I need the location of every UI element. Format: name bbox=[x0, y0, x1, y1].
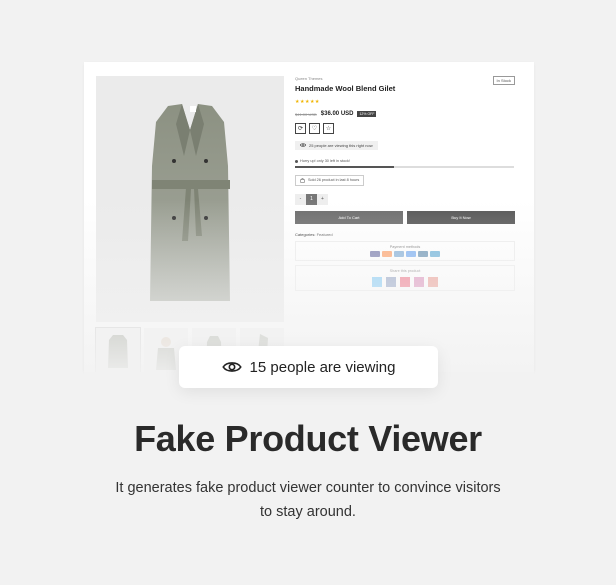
stock-hurry: Hurry up! only 30 left in stock! bbox=[295, 159, 515, 163]
payment-method-icon bbox=[418, 250, 428, 257]
share-social-icon[interactable] bbox=[428, 276, 438, 287]
price-row: $41.00 USD $36.00 USD 12% OFF bbox=[295, 111, 515, 117]
purchase-buttons: Add To Cart Buy It Now bbox=[295, 210, 515, 224]
qty-minus-button[interactable]: - bbox=[295, 193, 306, 205]
share-section: Share this product bbox=[295, 264, 515, 291]
rating-stars[interactable]: ★★★★★ bbox=[295, 99, 515, 105]
payment-method-icon bbox=[430, 250, 440, 257]
share-icons bbox=[299, 276, 511, 287]
bag-icon bbox=[300, 177, 305, 183]
star-icon[interactable]: ☆ bbox=[323, 123, 334, 134]
payment-methods: Payment methods bbox=[295, 240, 515, 261]
buy-now-button[interactable]: Buy It Now bbox=[407, 210, 515, 224]
feature-description: It generates fake product viewer counter… bbox=[115, 480, 501, 520]
payment-method-icon bbox=[394, 250, 404, 257]
share-social-icon[interactable] bbox=[372, 276, 382, 287]
old-price: $41.00 USD bbox=[295, 111, 317, 117]
viewing-notice-text: 25 people are viewing this right now bbox=[309, 142, 373, 148]
hurry-text: Hurry up! only 30 left in stock! bbox=[300, 159, 351, 163]
stock-progress-bar bbox=[295, 166, 514, 168]
share-social-icon[interactable] bbox=[400, 276, 410, 287]
payment-title: Payment methods bbox=[389, 244, 421, 249]
compare-icon[interactable]: ⟳ bbox=[295, 123, 306, 134]
qty-input[interactable]: 1 bbox=[306, 193, 317, 205]
payment-method-icon bbox=[370, 250, 380, 257]
stock-badge: In Stock bbox=[492, 76, 515, 85]
viewing-notice: 25 people are viewing this right now bbox=[295, 140, 378, 150]
share-social-icon[interactable] bbox=[386, 276, 396, 287]
share-title: Share this product bbox=[389, 268, 421, 273]
action-icons: ⟳ ♡ ☆ bbox=[295, 123, 515, 134]
categories-value[interactable]: Featured bbox=[317, 232, 333, 237]
gilet-image bbox=[150, 104, 230, 301]
quantity-stepper: - 1 + bbox=[295, 193, 515, 205]
heart-icon[interactable]: ♡ bbox=[309, 123, 320, 134]
product-brand[interactable]: Queen Themes bbox=[295, 76, 515, 81]
qty-plus-button[interactable]: + bbox=[317, 193, 328, 205]
payment-method-icon bbox=[406, 250, 416, 257]
stock-progress-fill bbox=[295, 166, 394, 168]
product-info: In Stock Queen Themes Handmade Wool Blen… bbox=[295, 76, 515, 291]
product-title: Handmade Wool Blend Gilet bbox=[295, 84, 396, 93]
share-social-icon[interactable] bbox=[414, 276, 424, 287]
eye-icon bbox=[300, 143, 306, 147]
sale-badge: 12% OFF bbox=[357, 111, 377, 117]
sold-notice: Sold 26 product in last 8 hours bbox=[295, 174, 365, 186]
viewer-count-pill: 15 people are viewing bbox=[179, 346, 438, 388]
current-price: $36.00 USD bbox=[320, 111, 354, 117]
product-main-image[interactable] bbox=[96, 76, 284, 322]
viewer-count-text: 15 people are viewing bbox=[249, 358, 396, 376]
thumbnail-1[interactable] bbox=[95, 327, 141, 372]
categories-label: Categories: bbox=[295, 231, 316, 237]
product-preview-card: In Stock Queen Themes Handmade Wool Blen… bbox=[84, 62, 534, 372]
add-to-cart-button[interactable]: Add To Cart bbox=[295, 210, 403, 224]
pulse-dot-icon bbox=[295, 159, 298, 163]
payment-icons bbox=[299, 250, 511, 257]
payment-method-icon bbox=[382, 250, 392, 257]
eye-icon bbox=[221, 362, 242, 372]
categories: Categories: Featured bbox=[295, 232, 515, 237]
sold-text: Sold 26 product in last 8 hours bbox=[308, 178, 360, 182]
feature-heading: Fake Product Viewer bbox=[134, 418, 482, 459]
